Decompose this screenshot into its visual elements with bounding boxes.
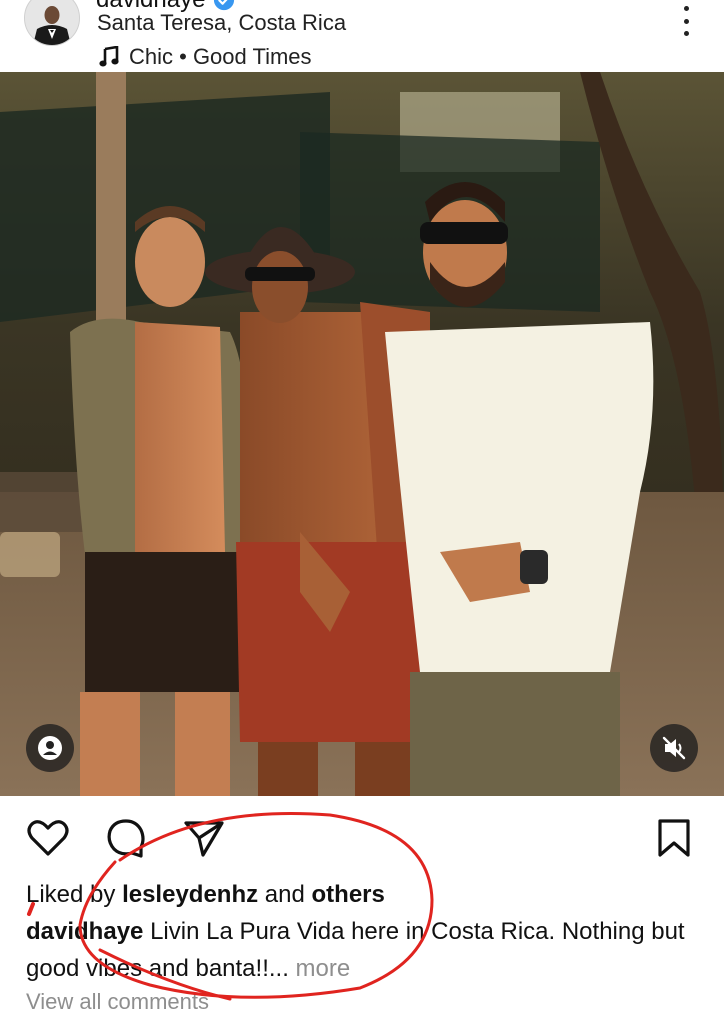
comment-button[interactable]: [104, 816, 148, 860]
liked-by-others[interactable]: others: [312, 881, 385, 908]
person-tag-icon: [38, 736, 62, 760]
action-bar: [0, 808, 724, 864]
music-note-icon: [99, 46, 119, 67]
view-comments-link[interactable]: View all comments: [26, 988, 209, 1016]
bookmark-icon: [658, 819, 690, 857]
caption-more-link[interactable]: more: [296, 955, 351, 982]
heart-icon: [27, 820, 69, 856]
like-button[interactable]: [26, 816, 70, 860]
more-vertical-icon: [683, 6, 689, 11]
mute-toggle-button[interactable]: [650, 724, 698, 772]
caption-username[interactable]: davidhaye: [26, 918, 143, 945]
music-attribution[interactable]: Chic • Good Times: [99, 43, 312, 71]
tagged-people-button[interactable]: [26, 724, 74, 772]
beach-photo: [0, 72, 724, 796]
comment-bubble-icon: [107, 819, 145, 858]
liked-by-line: Liked by lesleydenhz and others: [26, 876, 706, 913]
share-button[interactable]: [182, 816, 226, 860]
paper-plane-icon: [184, 821, 224, 857]
post-caption-block: Liked by lesleydenhz and others davidhay…: [26, 876, 706, 987]
caption-text: davidhaye Livin La Pura Vida here in Cos…: [26, 913, 706, 987]
liked-by-middle: and: [264, 881, 305, 908]
speaker-muted-icon: [662, 736, 686, 760]
liked-by-user[interactable]: lesleydenhz: [122, 881, 258, 908]
save-button[interactable]: [652, 816, 696, 860]
avatar-image: [25, 0, 79, 45]
avatar[interactable]: [24, 0, 80, 46]
liked-by-prefix: Liked by: [26, 881, 116, 908]
music-label: Chic • Good Times: [129, 44, 312, 69]
post-location[interactable]: Santa Teresa, Costa Rica: [97, 10, 346, 36]
post-header: davidhaye Santa Teresa, Costa Rica Chic …: [0, 0, 724, 72]
more-options-button[interactable]: [676, 6, 696, 36]
caption-ellipsis: ...: [268, 955, 289, 982]
post-photo[interactable]: [0, 72, 724, 796]
